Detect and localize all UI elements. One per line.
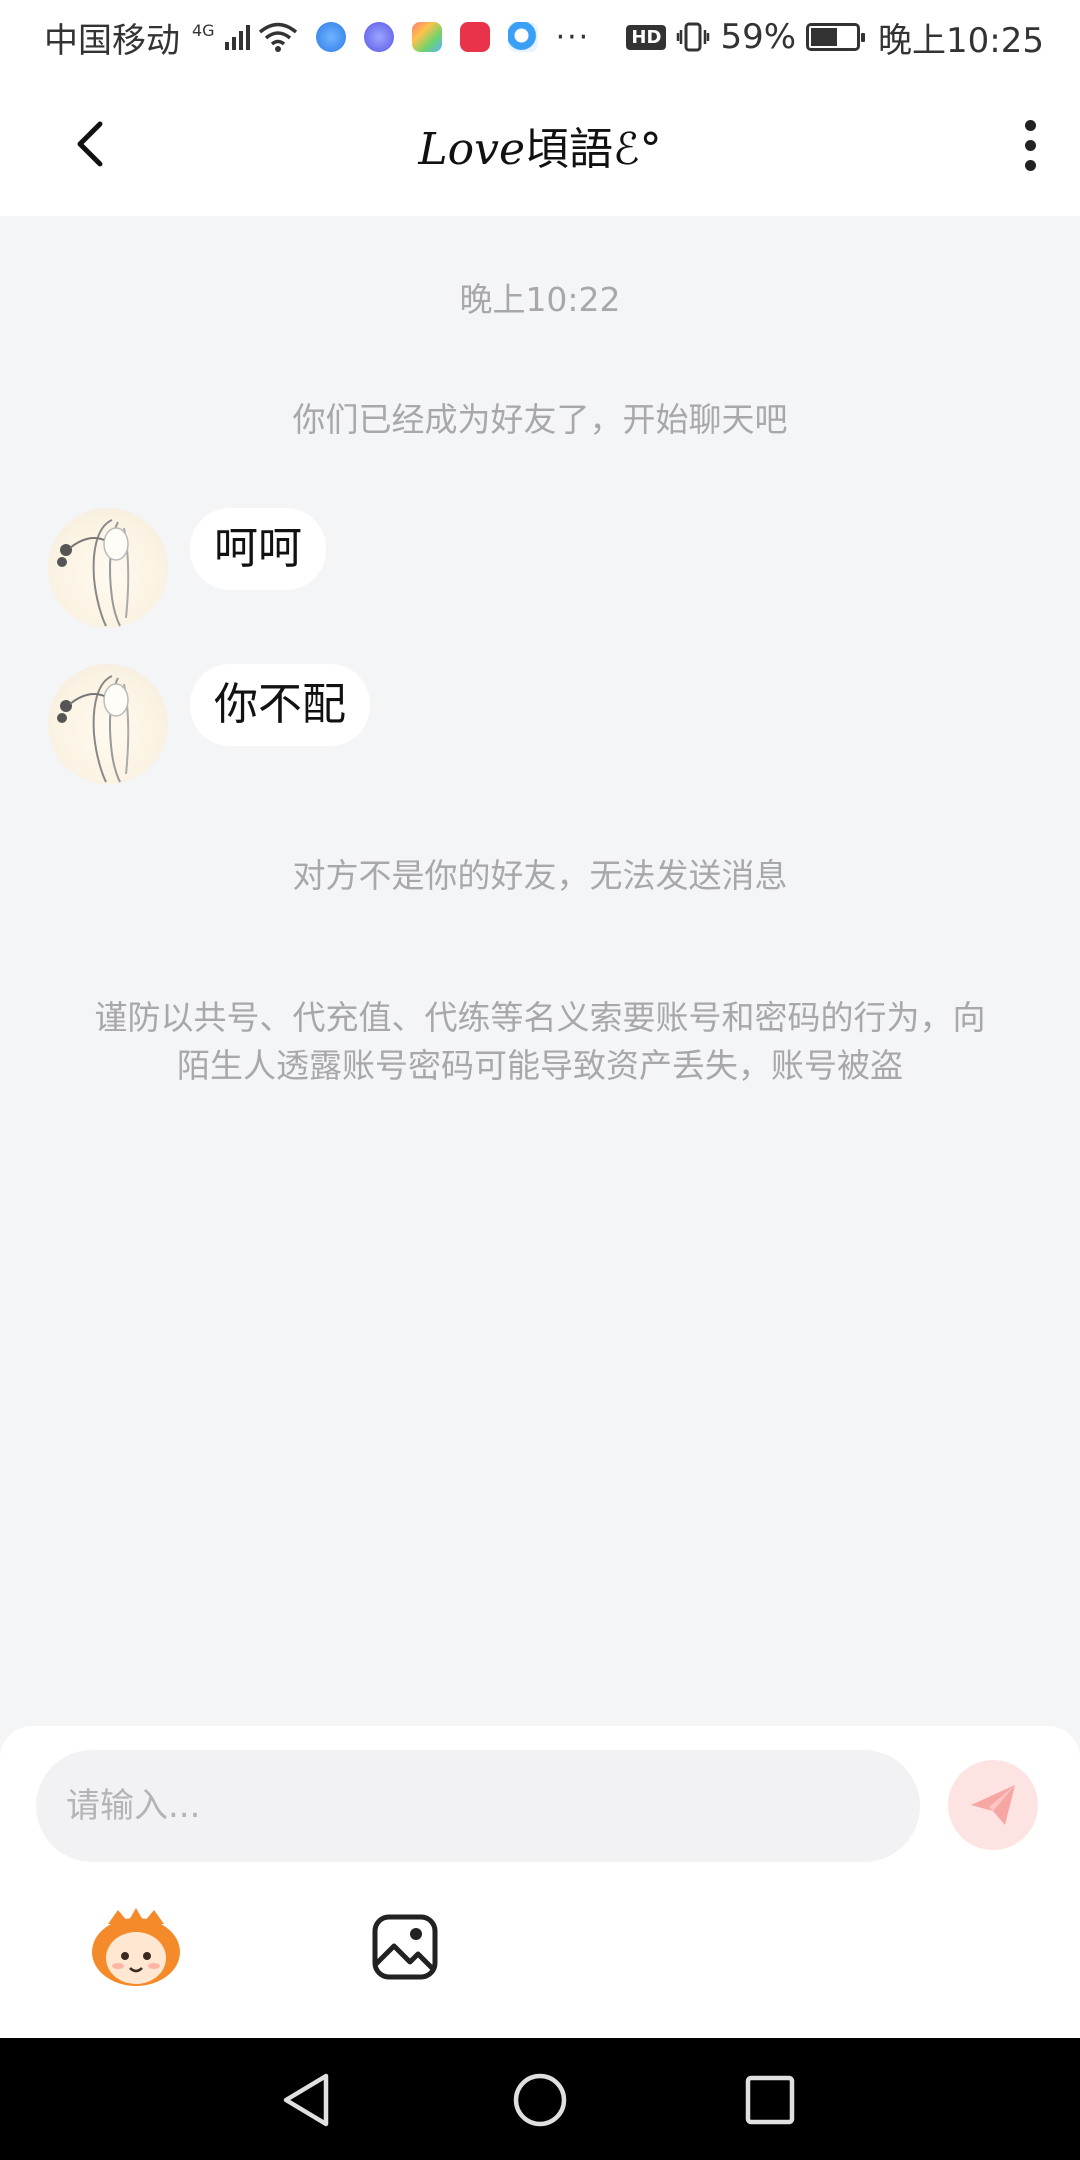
friend-added-notice: 你们已经成为好友了，开始聊天吧 [292, 400, 788, 439]
message-row: 呵呵 [48, 508, 326, 628]
avatar[interactable] [48, 508, 168, 628]
hd-badge: HD [626, 24, 667, 50]
theme-icon [411, 22, 442, 52]
avatar-illustration-icon [57, 519, 130, 627]
send-button[interactable] [948, 1760, 1038, 1850]
more-dot-icon [1024, 119, 1036, 131]
back-button[interactable] [60, 114, 120, 174]
not-friend-notice: 对方不是你的好友，无法发送消息 [292, 856, 788, 895]
more-dot-icon [1024, 159, 1036, 171]
network-type-label: 4G [192, 20, 215, 40]
carrier-label: 中国移动 [44, 20, 180, 61]
chat-title-suffix: ℰ° [612, 124, 662, 175]
input-panel [0, 1726, 1080, 2038]
message-list[interactable]: 晚上10:22 你们已经成为好友了，开始聊天吧 呵呵 你不配 对方不是你的好友，… [0, 216, 1080, 1726]
nav-home-icon[interactable] [508, 2068, 572, 2132]
more-options-button[interactable] [1010, 110, 1050, 180]
battery-icon [806, 23, 866, 51]
more-dot-icon [1024, 139, 1036, 151]
message-row: 你不配 [48, 664, 370, 784]
nav-recents-icon[interactable] [738, 2068, 802, 2132]
chat-header: Love頃語ℰ° [0, 74, 1080, 216]
nav-back-icon[interactable] [276, 2068, 340, 2132]
security-warning: 谨防以共号、代充值、代练等名义索要账号和密码的行为，向陌生人透露账号密码可能导致… [94, 998, 986, 1085]
image-picker-button[interactable] [370, 1912, 440, 1982]
battery-percent: 59% [720, 17, 797, 57]
wifi-icon [258, 22, 297, 52]
more-notifications-icon: ··· [555, 19, 591, 55]
chat-title-latin: Love [418, 124, 525, 175]
message-input[interactable] [36, 1750, 920, 1862]
status-bar: 中国移动 4G ··· HD 59% 晚上10:25 [0, 0, 1080, 74]
music-icon [363, 22, 394, 52]
search-app-icon [507, 22, 538, 52]
chat-screen: 中国移动 4G ··· HD 59% 晚上10:25 Love頃語ℰ° 晚上10… [0, 0, 1080, 2160]
status-bar-right: HD 59% 晚上10:25 [626, 13, 1044, 62]
message-bubble[interactable]: 呵呵 [190, 508, 326, 590]
signal-icon [224, 24, 250, 50]
avatar[interactable] [48, 664, 168, 784]
browser-icon [315, 22, 346, 52]
avatar-illustration-icon [57, 675, 130, 783]
system-navigation-bar [0, 2038, 1080, 2160]
clock: 晚上10:25 [878, 20, 1044, 61]
send-icon [971, 1785, 1015, 1825]
chat-title-cjk: 頃語 [524, 124, 613, 175]
emoji-sticker-button[interactable] [88, 1906, 184, 1990]
vibrate-icon [677, 22, 710, 52]
message-timestamp: 晚上10:22 [459, 280, 621, 319]
message-bubble[interactable]: 你不配 [190, 664, 370, 746]
huawei-store-icon [459, 22, 490, 52]
chat-title: Love頃語ℰ° [418, 113, 661, 177]
status-bar-left: 中国移动 4G ··· [44, 13, 590, 62]
